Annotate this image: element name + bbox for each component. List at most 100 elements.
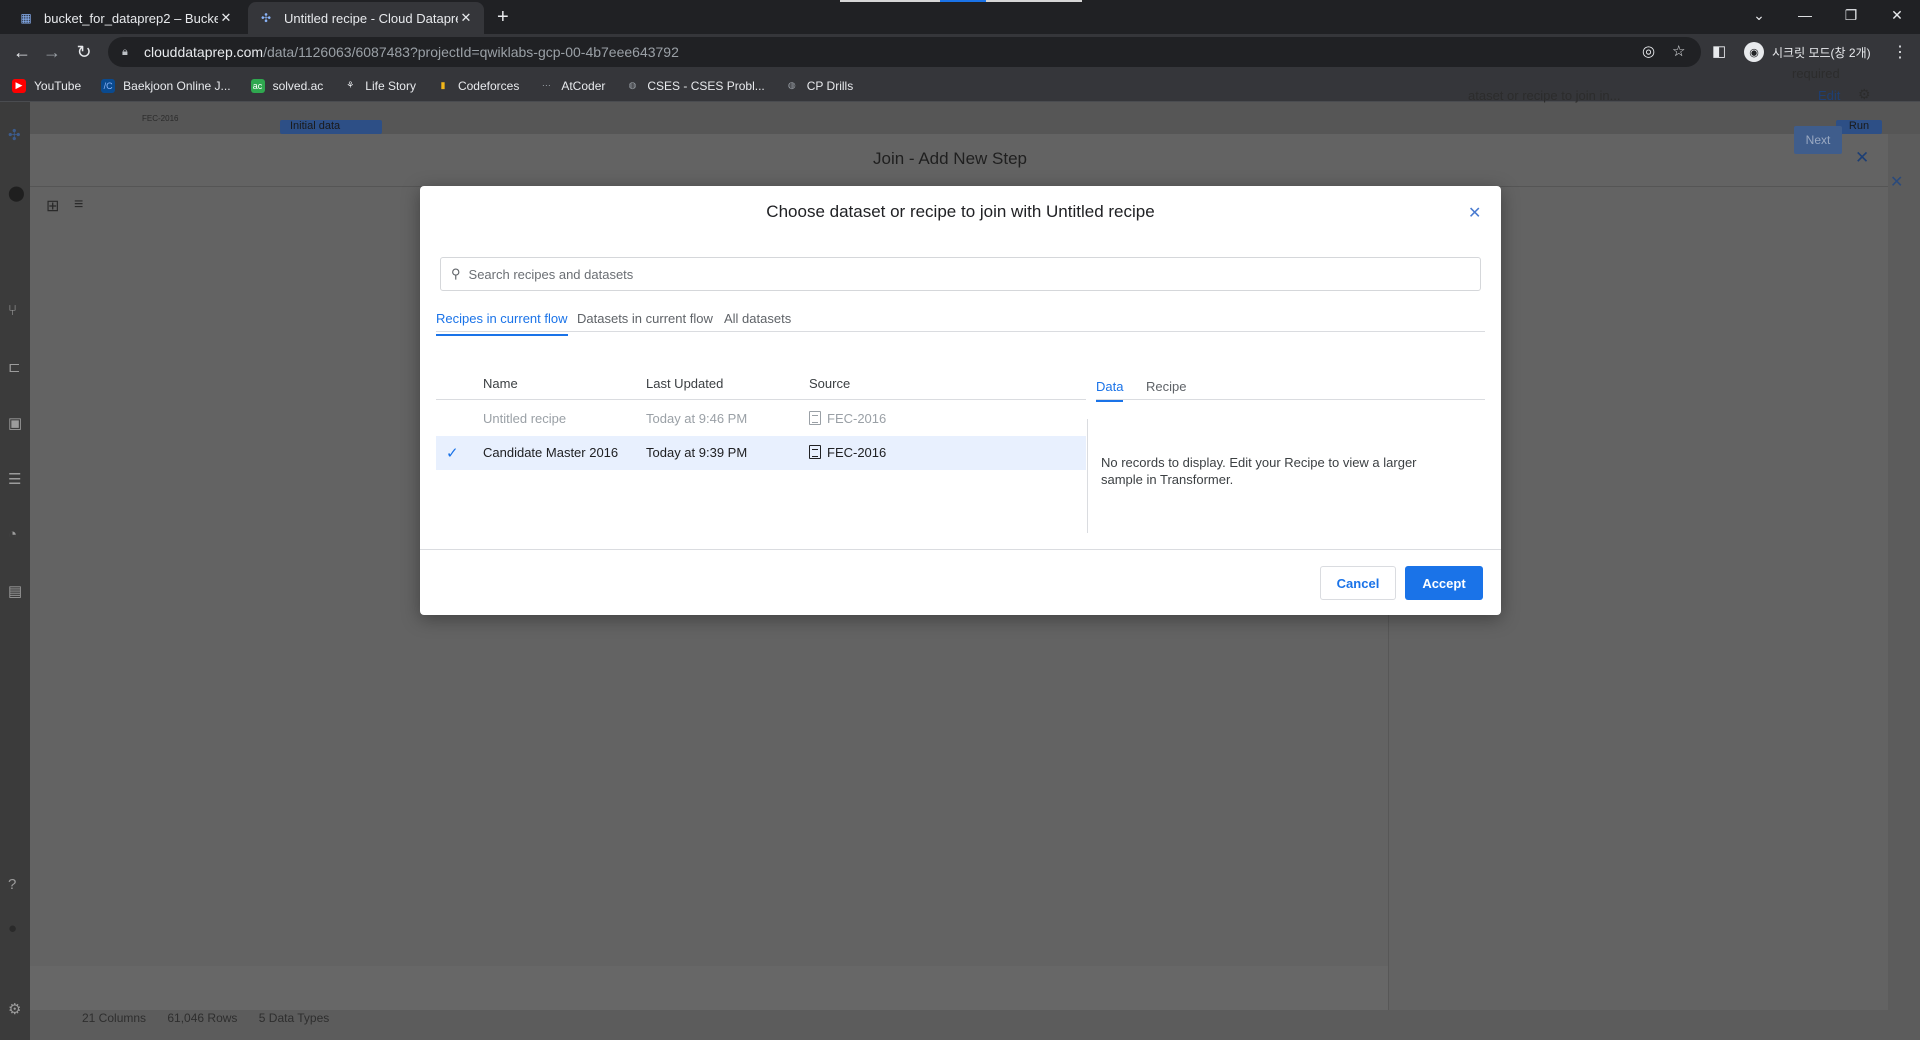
flows-icon[interactable]: ⬤ (8, 184, 25, 202)
side-panel-icon[interactable]: ◧ (1712, 42, 1726, 60)
row-source: FEC-2016 (809, 445, 886, 460)
codeforces-icon: ▮ (440, 80, 446, 90)
solved-ac-icon: ac (250, 78, 265, 93)
divider (420, 549, 1501, 550)
tab-all-datasets[interactable]: All datasets (724, 311, 791, 334)
browser-toolbar: ← → ↻ 🔒︎ clouddataprep.com/data/1126063/… (0, 34, 1920, 70)
flow-diagram-icon[interactable]: ⑂ (8, 302, 24, 319)
join-close-icon[interactable]: ✕ (1855, 148, 1869, 168)
search-icon: ⚲ (451, 266, 461, 281)
tab-search-chevron-icon[interactable]: ⌄ (1736, 0, 1782, 30)
calendar-icon[interactable]: ▤ (8, 582, 24, 600)
avatar[interactable]: ● (8, 920, 24, 937)
storage-bucket-icon: ▦ (20, 11, 32, 25)
modal-tabs: Recipes in current flow Datasets in curr… (436, 304, 1485, 336)
table-header: Name Last Updated Source (436, 366, 1086, 400)
tab-data[interactable]: Data (1096, 379, 1124, 402)
tab-loading-bar (940, 0, 986, 2)
plans-icon[interactable]: ⊏ (8, 358, 24, 376)
search-input[interactable] (468, 266, 1449, 282)
edit-link[interactable]: Edit (1818, 88, 1840, 103)
globe-icon: ◍ (628, 80, 637, 90)
bookmark-life-story[interactable]: ⚘ Life Story (343, 79, 416, 93)
tab-close-icon[interactable]: ✕ (218, 10, 234, 26)
column-count: 21 Columns (82, 1011, 147, 1025)
new-tab-plus-icon[interactable]: + (497, 6, 509, 28)
row-updated: Today at 9:39 PM (646, 445, 748, 460)
dataset-icon (809, 445, 821, 459)
dataset-icon (809, 411, 821, 425)
join-bottom-bar (30, 966, 1388, 1010)
atcoder-icon: ⋯ (541, 80, 551, 90)
restore-icon[interactable]: ❐ (1828, 0, 1874, 30)
app-header: FEC-2016 Initial data Run (30, 102, 1920, 134)
jobs-icon[interactable]: ◔ (8, 526, 24, 543)
dataset-stats: 21 Columns 61,046 Rows 5 Data Types (82, 1011, 347, 1025)
tree-icon: ⚘ (346, 80, 355, 90)
join-hint-text: ataset or recipe to join in... (1468, 88, 1621, 103)
bookmark-star-icon[interactable]: ☆ (1672, 42, 1685, 60)
row-count: 61,046 Rows (167, 1011, 238, 1025)
tab-recipe[interactable]: Recipe (1146, 379, 1186, 400)
details-close-icon[interactable]: ✕ (1890, 172, 1903, 192)
globe-icon: ◍ (787, 80, 796, 90)
tab-recipes-in-current-flow[interactable]: Recipes in current flow (436, 311, 568, 336)
flow-name: FEC-2016 (142, 114, 179, 123)
back-arrow-icon[interactable]: ← (10, 40, 34, 64)
preview-tabs: Data Recipe (1096, 366, 1485, 402)
incognito-badge[interactable]: ◉ 시크릿 모드(창 2개) (1740, 38, 1881, 66)
help-icon[interactable]: ? (8, 876, 24, 893)
minimize-icon[interactable]: — (1782, 0, 1828, 30)
bookmark-solved-ac[interactable]: ac solved.ac (250, 78, 323, 93)
bookmark-atcoder[interactable]: ⋯ AtCoder (539, 79, 606, 93)
address-bar[interactable]: 🔒︎ clouddataprep.com/data/1126063/608748… (108, 37, 1701, 67)
url-host: clouddataprep.com (144, 44, 264, 60)
browser-menu-icon[interactable]: ⋮ (1892, 42, 1908, 62)
forward-arrow-icon[interactable]: → (40, 40, 64, 64)
baekjoon-icon: /C (101, 78, 116, 93)
tab-datasets-in-current-flow[interactable]: Datasets in current flow (577, 311, 713, 334)
browser-tab-strip: ▦ bucket_for_dataprep2 – Bucket ✕ ✣ Unti… (0, 0, 1920, 34)
bookmark-cses[interactable]: ◍ CSES - CSES Probl... (625, 79, 764, 93)
table-row: Untitled recipe Today at 9:46 PM FEC-201… (436, 402, 1086, 436)
accept-button[interactable]: Accept (1405, 566, 1483, 600)
column-header-source[interactable]: Source (809, 376, 850, 391)
youtube-icon: ▶ (12, 78, 26, 93)
tab-title: Untitled recipe - Cloud Datapre (284, 10, 458, 26)
modal-close-icon[interactable]: ✕ (1468, 206, 1481, 222)
bookmark-cp-drills[interactable]: ◍ CP Drills (785, 79, 853, 93)
bookmark-baekjoon[interactable]: /C Baekjoon Online J... (101, 78, 231, 93)
settings-gear-icon[interactable]: ⚙ (8, 1000, 24, 1018)
next-button[interactable]: Next (1794, 126, 1842, 154)
browser-tab-recipe[interactable]: ✣ Untitled recipe - Cloud Datapre ✕ (248, 2, 484, 34)
search-box: ⚲ (440, 257, 1481, 291)
column-header-last-updated[interactable]: Last Updated (646, 376, 723, 391)
row-name: Candidate Master 2016 (483, 445, 619, 460)
choose-dataset-modal: Choose dataset or recipe to join with Un… (420, 186, 1501, 615)
dataprep-logo-icon[interactable]: ✣ (8, 126, 24, 144)
bookmark-codeforces[interactable]: ▮ Codeforces (436, 79, 519, 93)
grid-view-icon[interactable]: ⊞ (46, 196, 59, 216)
database-icon[interactable]: ☰ (8, 470, 24, 488)
list-view-icon[interactable]: ≡ (74, 196, 83, 214)
incognito-label: 시크릿 모드(창 2개) (1772, 45, 1871, 60)
bookmark-youtube[interactable]: ▶ YouTube (12, 78, 81, 93)
bookmarks-bar: ▶ YouTube /C Baekjoon Online J... ac solved… (0, 70, 1920, 102)
table-row[interactable]: ✓ Candidate Master 2016 Today at 9:39 PM… (436, 436, 1086, 470)
browser-tab-bucket[interactable]: ▦ bucket_for_dataprep2 – Bucket ✕ (8, 2, 244, 34)
tab-title: bucket_for_dataprep2 – Bucket (44, 10, 218, 26)
gear-icon[interactable]: ⚙ (1858, 86, 1871, 103)
library-icon[interactable]: ▣ (8, 414, 24, 432)
cancel-button[interactable]: Cancel (1320, 566, 1396, 600)
left-nav-rail: ✣ ⬤ ⑂ ⊏ ▣ ☰ ◔ ▤ ? ● ⚙ (0, 102, 30, 1040)
tracking-eye-off-icon[interactable]: ◎ (1642, 42, 1655, 60)
reload-icon[interactable]: ↻ (72, 40, 96, 64)
type-count: 5 Data Types (258, 1011, 330, 1025)
window-close-icon[interactable]: ✕ (1874, 0, 1920, 30)
run-button[interactable]: Run (1836, 120, 1882, 134)
initial-data-pill[interactable]: Initial data (280, 120, 382, 134)
column-header-name[interactable]: Name (483, 376, 518, 391)
tab-close-icon[interactable]: ✕ (458, 10, 474, 26)
preview-divider (1087, 419, 1088, 533)
checkmark-icon: ✓ (446, 445, 459, 462)
